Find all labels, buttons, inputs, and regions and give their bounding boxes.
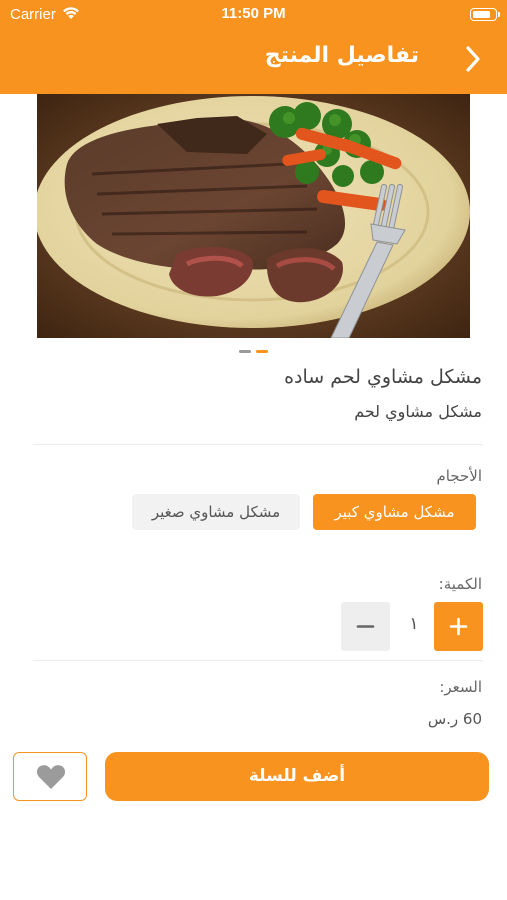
page-title: تفاصيل المنتج bbox=[264, 43, 419, 68]
page-dot[interactable] bbox=[239, 350, 251, 353]
sizes-label: الأحجام bbox=[436, 467, 482, 485]
price-label: السعر: bbox=[439, 678, 482, 696]
clock: 11:50 PM bbox=[221, 5, 286, 22]
size-option-large[interactable]: مشكل مشاوي كبير bbox=[313, 494, 476, 530]
decrease-quantity-button[interactable] bbox=[341, 602, 390, 651]
page-dot[interactable] bbox=[256, 350, 268, 353]
divider bbox=[33, 660, 483, 661]
chevron-right-icon[interactable] bbox=[461, 44, 485, 74]
status-bar: Carrier 11:50 PM bbox=[0, 0, 507, 30]
favorite-button[interactable] bbox=[13, 752, 87, 801]
product-subtitle: مشكل مشاوي لحم bbox=[354, 402, 482, 421]
price-value: 60 ر.س bbox=[427, 710, 482, 728]
quantity-value: ١ bbox=[409, 614, 419, 634]
header-bar: Carrier 11:50 PM تفاصيل المنتج bbox=[0, 0, 507, 94]
minus-icon bbox=[356, 625, 375, 628]
divider bbox=[33, 444, 483, 445]
image-pagination[interactable] bbox=[239, 350, 271, 354]
size-option-small[interactable]: مشكل مشاوي صغير bbox=[132, 494, 300, 530]
add-to-cart-button[interactable]: أضف للسلة bbox=[105, 752, 489, 801]
heart-icon bbox=[36, 765, 66, 789]
battery-icon bbox=[470, 8, 500, 21]
product-name: مشكل مشاوي لحم ساده bbox=[284, 366, 482, 388]
product-image[interactable] bbox=[37, 94, 470, 338]
plus-icon bbox=[449, 617, 468, 636]
quantity-label: الكمية: bbox=[438, 575, 482, 593]
increase-quantity-button[interactable] bbox=[434, 602, 483, 651]
